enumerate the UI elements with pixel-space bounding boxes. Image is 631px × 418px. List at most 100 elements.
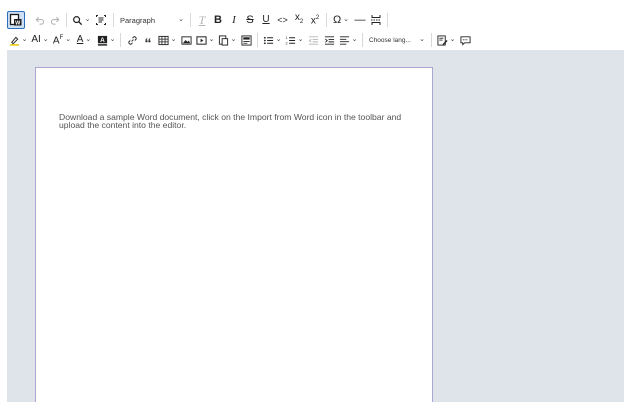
svg-text:1: 1 <box>285 36 287 40</box>
document-page[interactable]: Download a sample Word document, click o… <box>35 67 433 402</box>
alignment-icon <box>339 35 349 45</box>
font-family-icon: AF <box>52 35 64 47</box>
insert-template-button[interactable]: ⌄ <box>216 31 238 49</box>
subscript-button[interactable]: x2 <box>291 11 307 29</box>
italic-icon: I <box>232 14 236 26</box>
language-dropdown-label: Choose lang... <box>369 36 411 44</box>
document-body-text[interactable]: Download a sample Word document, click o… <box>59 113 419 130</box>
editor-toolbar: W ⌄ Paragraph ⌄ T B I S U <> x2 x2 Ω ⌄ —… <box>7 10 624 51</box>
horizontal-line-icon: — <box>354 14 366 26</box>
bold-icon: B <box>214 14 222 26</box>
horizontal-line-button[interactable]: — <box>352 11 368 29</box>
chevron-down-icon: ⌄ <box>85 36 92 43</box>
strikethrough-icon: S <box>246 14 254 26</box>
font-color-icon: A <box>76 34 84 45</box>
remove-format-button[interactable]: T <box>194 11 210 29</box>
toolbar-row-2: ⌄ AI ⌄ AF ⌄ A ⌄ A ⌄ “ ⌄ ⌄ ⌄ ⌄ 1 2 ⌄ ⌄ Ch… <box>7 30 473 51</box>
page-break-button[interactable] <box>368 11 384 29</box>
toolbar-separator <box>362 33 363 47</box>
outdent-button[interactable] <box>305 31 321 49</box>
toolbar-separator <box>326 13 327 27</box>
chevron-down-icon: ⌄ <box>208 36 215 43</box>
indent-button[interactable] <box>321 31 337 49</box>
font-color-button[interactable]: A ⌄ <box>73 31 95 49</box>
link-button[interactable] <box>124 31 140 49</box>
toolbar-separator <box>66 13 67 27</box>
insert-image-button[interactable] <box>178 31 194 49</box>
code-icon: <> <box>277 15 288 25</box>
select-all-icon <box>96 15 106 25</box>
font-background-icon: A <box>97 35 107 46</box>
link-icon <box>127 35 137 45</box>
chevron-down-icon: ⌄ <box>449 36 456 43</box>
svg-text:A: A <box>100 36 105 43</box>
font-size-icon: AI <box>31 34 41 45</box>
track-changes-icon <box>437 34 448 46</box>
insert-table-button[interactable]: ⌄ <box>156 31 178 49</box>
numbered-list-button[interactable]: 12 ⌄ <box>283 31 305 49</box>
special-characters-button[interactable]: Ω ⌄ <box>330 11 352 29</box>
undo-button[interactable] <box>31 11 47 29</box>
insert-template-icon <box>218 34 228 46</box>
import-word-button[interactable]: W <box>7 11 25 29</box>
chevron-down-icon: ⌄ <box>351 36 358 43</box>
insert-table-icon <box>158 35 169 45</box>
select-all-button[interactable] <box>92 11 110 29</box>
font-family-button[interactable]: AF ⌄ <box>51 31 73 49</box>
find-replace-icon <box>72 15 82 25</box>
alignment-button[interactable]: ⌄ <box>337 31 359 49</box>
highlight-button[interactable]: ⌄ <box>7 31 29 49</box>
redo-button[interactable] <box>47 11 63 29</box>
html-embed-icon <box>240 34 252 46</box>
font-size-button[interactable]: AI ⌄ <box>29 31 51 49</box>
chevron-down-icon: ⌄ <box>170 36 177 43</box>
chevron-down-icon: ⌄ <box>297 36 304 43</box>
svg-text:W: W <box>15 20 21 26</box>
heading-dropdown-label: Paragraph <box>120 15 156 25</box>
media-embed-button[interactable]: ⌄ <box>194 31 216 49</box>
media-embed-icon <box>195 35 207 45</box>
highlight-icon <box>9 36 19 46</box>
numbered-list-icon: 12 <box>285 36 295 45</box>
html-embed-button[interactable] <box>238 31 254 49</box>
strikethrough-button[interactable]: S <box>242 11 258 29</box>
editor-canvas: Download a sample Word document, click o… <box>7 50 624 402</box>
underline-icon: U <box>262 14 270 25</box>
undo-icon <box>35 16 44 25</box>
toolbar-separator <box>190 13 191 27</box>
underline-button[interactable]: U <box>258 11 274 29</box>
svg-text:2: 2 <box>285 41 287 45</box>
bold-button[interactable]: B <box>210 11 226 29</box>
comment-button[interactable] <box>457 31 473 49</box>
toolbar-separator <box>431 33 432 47</box>
special-characters-icon: Ω <box>332 14 342 26</box>
toolbar-separator <box>257 33 258 47</box>
chevron-down-icon: ⌄ <box>178 16 184 23</box>
chevron-down-icon: ⌄ <box>21 36 28 43</box>
find-replace-button[interactable]: ⌄ <box>70 11 92 29</box>
font-background-button[interactable]: A ⌄ <box>95 31 117 49</box>
superscript-icon: x2 <box>310 15 320 27</box>
language-dropdown[interactable]: Choose lang... ⌄ <box>366 31 428 49</box>
chevron-down-icon: ⌄ <box>65 36 72 43</box>
superscript-button[interactable]: x2 <box>307 11 323 29</box>
page-break-icon <box>371 15 381 25</box>
italic-button[interactable]: I <box>226 11 242 29</box>
chevron-down-icon: ⌄ <box>230 36 237 43</box>
bulleted-list-icon <box>263 36 273 44</box>
toolbar-separator <box>387 13 388 27</box>
blockquote-icon: “ <box>144 34 152 51</box>
indent-icon <box>324 35 334 45</box>
chevron-down-icon: ⌄ <box>343 16 350 23</box>
track-changes-button[interactable]: ⌄ <box>435 31 457 49</box>
heading-dropdown[interactable]: Paragraph ⌄ <box>117 11 187 29</box>
toolbar-row-1: W ⌄ Paragraph ⌄ T B I S U <> x2 x2 Ω ⌄ — <box>7 10 391 30</box>
redo-icon <box>50 16 59 25</box>
bulleted-list-button[interactable]: ⌄ <box>261 31 283 49</box>
blockquote-button[interactable]: “ <box>140 31 156 51</box>
chevron-down-icon: ⌄ <box>42 36 49 43</box>
chevron-down-icon: ⌄ <box>84 16 91 23</box>
code-button[interactable]: <> <box>274 11 291 29</box>
chevron-down-icon: ⌄ <box>109 36 116 43</box>
import-word-icon: W <box>9 13 22 26</box>
